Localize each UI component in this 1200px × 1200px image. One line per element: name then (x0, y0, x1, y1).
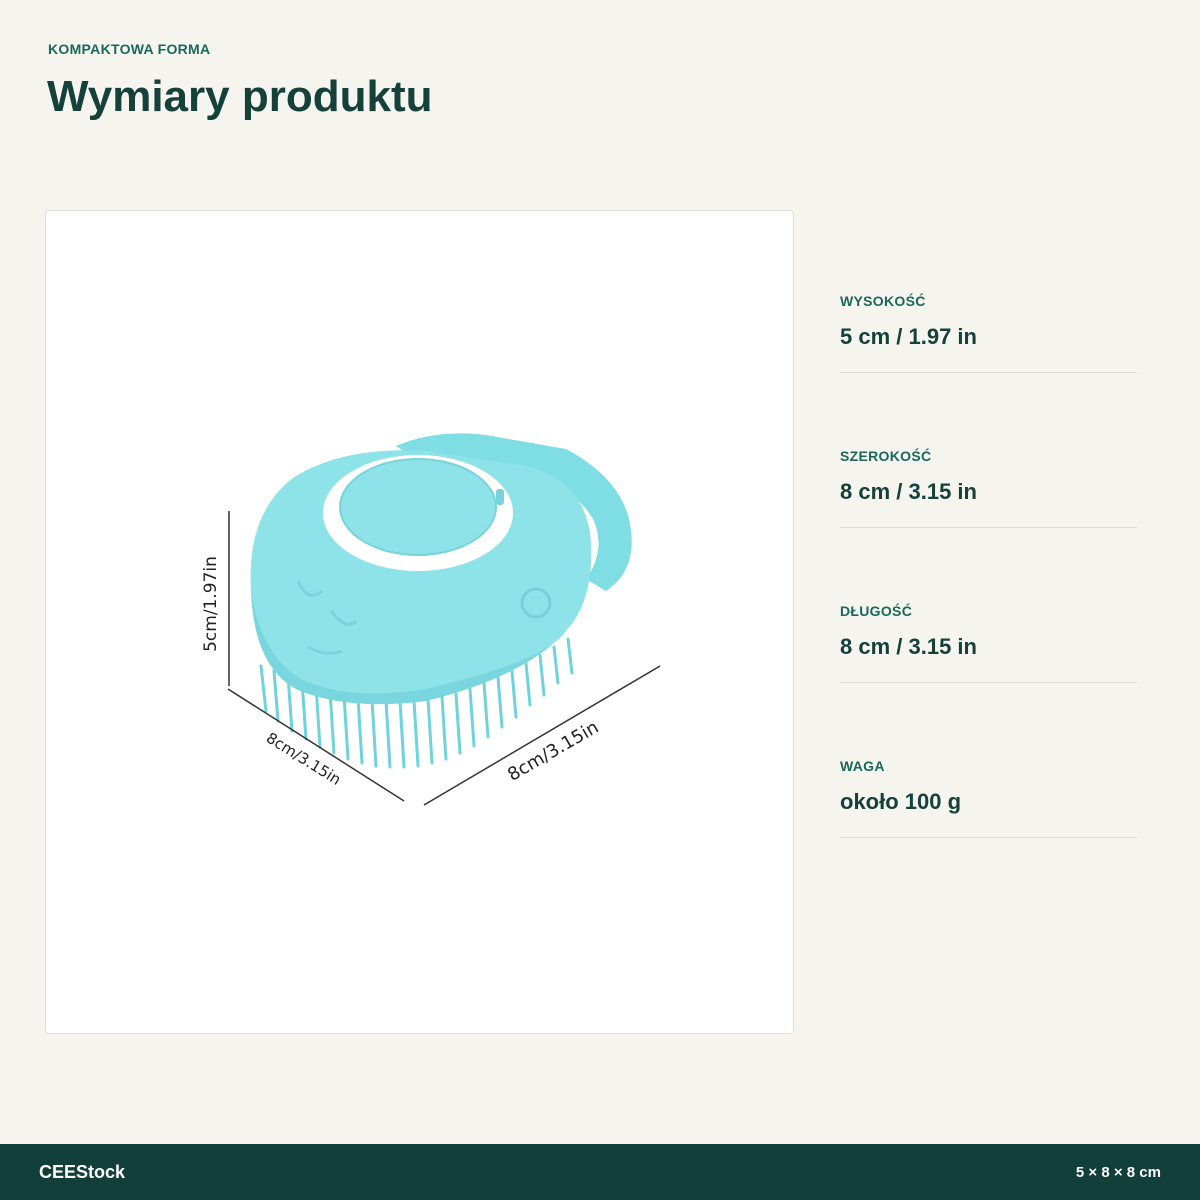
spec-value: około 100 g (840, 789, 962, 814)
spec-item-weight: WAGA około 100 g (840, 727, 1137, 838)
footer-bar: CEEStock 5 × 8 × 8 cm (0, 1144, 1200, 1200)
lid-tab (496, 489, 504, 505)
spec-label: WYSOKOŚĆ (840, 293, 926, 309)
spec-value: 8 cm / 3.15 in (840, 634, 977, 659)
length-dimension-label: 8cm/3.15in (504, 717, 602, 786)
brand-name: CEEStock (39, 1162, 126, 1182)
product-image-card: 5cm/1.97in 8cm/3.15in 8cm/3.15in (45, 210, 794, 1034)
spec-value: 8 cm / 3.15 in (840, 479, 977, 504)
dispenser-lid (339, 458, 497, 556)
spec-item-length: DŁUGOŚĆ 8 cm / 3.15 in (840, 572, 1137, 683)
spec-item-height: WYSOKOŚĆ 5 cm / 1.97 in (840, 262, 1137, 373)
footer-dimensions: 5 × 8 × 8 cm (1075, 1164, 1161, 1181)
spec-value: 5 cm / 1.97 in (840, 324, 977, 349)
spec-list: WYSOKOŚĆ 5 cm / 1.97 in SZEROKOŚĆ 8 cm /… (840, 262, 1137, 882)
spec-label: SZEROKOŚĆ (840, 448, 932, 464)
spec-item-width: SZEROKOŚĆ 8 cm / 3.15 in (840, 417, 1137, 528)
spec-label: WAGA (840, 758, 885, 774)
spec-label: DŁUGOŚĆ (840, 603, 913, 619)
product-dimension-illustration: 5cm/1.97in 8cm/3.15in 8cm/3.15in (201, 433, 661, 806)
height-dimension-label: 5cm/1.97in (201, 556, 221, 652)
page-title: Wymiary produktu (47, 72, 433, 121)
section-eyebrow: KOMPAKTOWA FORMA (48, 41, 211, 57)
